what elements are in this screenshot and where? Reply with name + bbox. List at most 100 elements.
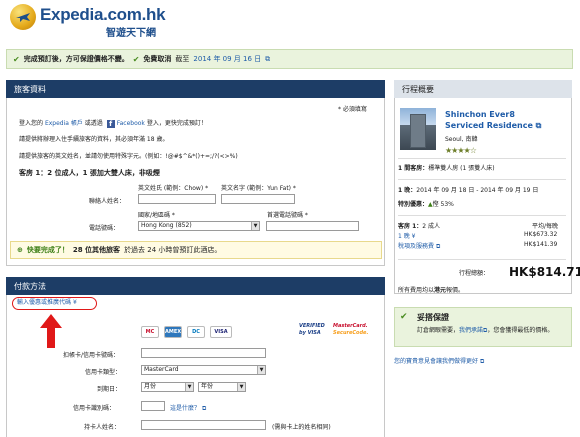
- card-type-label: 信用卡類型：: [85, 369, 122, 376]
- discount-line: 特別優惠：▲慳 53%: [398, 199, 454, 208]
- expiry-label: 到期日：: [97, 386, 122, 393]
- payment-heading: 付款方法: [14, 281, 46, 291]
- price-guarantee-box: ✔ 妥搭保證 訂倉網眼需要，我們承諾⧉，您會獲得最低的價格。: [394, 307, 572, 347]
- hotel-location: Seoul, 南韓: [445, 136, 478, 143]
- guarantee-title: 妥搭保證: [417, 313, 449, 322]
- feedback-link[interactable]: 您的寶貴意見會讓我們做得更好 ⧉: [394, 356, 484, 366]
- country-code-label: 國家/地區碼 *: [138, 212, 175, 219]
- verified-line1: VERIFIED: [299, 323, 325, 329]
- nights-label: 1 晚：: [398, 187, 417, 194]
- surname-label: 英文姓氏 (範例：Chow) *: [138, 185, 209, 192]
- givenname-input[interactable]: [221, 194, 295, 204]
- check-icon: ✔: [132, 54, 140, 64]
- external-link-icon: ⧉: [435, 243, 441, 250]
- room1-line: 客房 1：2 成人: [398, 221, 440, 230]
- taxes-fees-link[interactable]: 稅項及服務費 ⧉: [398, 241, 440, 251]
- year-value: 年份: [201, 383, 214, 390]
- room-guest-line: 客房 1：2 位成人，1 張加大雙人床，非吸煙: [19, 169, 160, 177]
- guarantee-text: 訂倉網眼需要，我們承諾⧉，您會獲得最低的價格。: [417, 325, 553, 335]
- currency-prefix: 所有費用均以: [398, 287, 435, 294]
- coupon-link-text: 輸入優惠或推廣代碼: [17, 299, 72, 306]
- alert-rest: 於過去 24 小時曾預訂此酒店。: [124, 246, 222, 254]
- price-guarantee-bar: ✔ 完成預訂後，方可保證價格不變。 ✔ 免費取消 截至 2014 年 09 月 …: [6, 49, 573, 69]
- accepted-cards: MC AMEX DC VISA: [141, 326, 232, 338]
- chevron-down-icon: ▼: [185, 383, 193, 391]
- currency-bold: 港元: [434, 287, 447, 294]
- cvv-input[interactable]: [141, 401, 165, 411]
- external-link-icon[interactable]: ⧉: [265, 55, 270, 64]
- until-text: 截至: [175, 55, 190, 63]
- help-icon: ⧉: [201, 405, 207, 412]
- feedback-text: 您的寶貴意見會讓我們做得更好: [394, 358, 479, 365]
- card-type-select[interactable]: MasterCard ▼: [141, 365, 266, 375]
- hotel-name-line1[interactable]: Shinchon Ever8: [445, 110, 515, 119]
- check-icon: ✔: [400, 312, 408, 322]
- booking-activity-alert: ⊕ 快要完成了！ 28 位其他旅客 於過去 24 小時曾預訂此酒店。: [10, 241, 382, 259]
- nights-line: 1 晚：2014 年 09 月 18 日 - 2014 年 09 月 19 日: [398, 185, 538, 194]
- mc-line2: SecureCode.: [333, 330, 369, 336]
- signin-facebook-link[interactable]: Facebook: [117, 120, 145, 127]
- star-rating: ★★★★☆: [445, 146, 477, 155]
- hotel-name-line2[interactable]: Serviced Residence ⧉: [445, 121, 541, 131]
- room-line: 1 間客房：標準雙人房 (1 張雙人床): [398, 163, 495, 172]
- avg-per-night-label: 平均/每晚: [532, 223, 559, 230]
- card-number-input[interactable]: [141, 348, 266, 358]
- expiry-month-select[interactable]: 月份 ▼: [141, 382, 194, 392]
- chevron-down-icon: ¥: [411, 233, 416, 240]
- price-lock-text: 完成預訂後，方可保證價格不變。: [23, 55, 129, 63]
- cvv-help-link[interactable]: 這是什麼？ ⧉: [170, 403, 206, 413]
- verified-line2: by VISA: [299, 330, 321, 336]
- nights-value: 2014 年 09 月 18 日 - 2014 年 09 月 19 日: [416, 187, 539, 194]
- visa-icon: VISA: [210, 326, 232, 338]
- room1-value: 2 成人: [422, 223, 440, 230]
- payment-section-header: 付款方法: [6, 277, 385, 295]
- cvv-label: 信用卡識別碼：: [73, 405, 116, 412]
- clock-icon: ⊕: [17, 246, 23, 254]
- diners-club-icon: DC: [187, 326, 205, 338]
- room-value: 標準雙人房 (1 張雙人床): [428, 165, 495, 172]
- signin-expedia-link[interactable]: Expedia 帳戶: [45, 120, 83, 127]
- currency-note: 所有費用均以港元報價。: [398, 285, 464, 294]
- required-note: * 必須填寫: [338, 106, 367, 113]
- phone-label: 電話號碼：: [89, 225, 120, 232]
- chevron-down-icon: ▼: [257, 366, 265, 374]
- expiry-year-select[interactable]: 年份 ▼: [198, 382, 246, 392]
- month-value: 月份: [144, 383, 157, 390]
- one-night-text: 1 晚: [398, 233, 410, 240]
- summary-section-header: 行程概要: [394, 80, 572, 98]
- country-code-value: Hong Kong (852): [141, 222, 192, 229]
- signin-line: 登入您的 Expedia 帳戶 或透過 f Facebook 登入，更快完成預訂！: [19, 118, 207, 128]
- country-code-select[interactable]: Hong Kong (852) ▼: [138, 221, 260, 231]
- total-label: 行程總額：: [459, 270, 490, 277]
- surname-input[interactable]: [138, 194, 216, 204]
- alert-label: 快要完成了！: [26, 246, 69, 254]
- cardholder-input[interactable]: [141, 420, 266, 430]
- guarantee-text2: ，您會獲得最低的價格。: [487, 327, 554, 334]
- card-type-value: MasterCard: [144, 366, 179, 373]
- chevron-down-icon: ¥: [72, 299, 77, 306]
- room-label: 1 間客房：: [398, 165, 429, 172]
- chevron-down-icon: ▼: [237, 383, 245, 391]
- coupon-code-link[interactable]: 輸入優惠或推廣代碼 ¥: [12, 297, 97, 310]
- facebook-icon[interactable]: f: [106, 120, 115, 128]
- tax-label: 稅項及服務費: [398, 243, 435, 250]
- cardholder-label: 持卡人姓名：: [84, 424, 121, 431]
- expedia-logo[interactable]: Expedia.com.hk 智遊天下網: [10, 4, 166, 40]
- signin-prefix: 登入您的: [19, 120, 44, 127]
- discount-label: 特別優惠：: [398, 201, 429, 208]
- discount-value: 慳 53%: [432, 201, 454, 208]
- chevron-down-icon: ▼: [251, 222, 259, 230]
- signin-suffix: 登入，更快完成預訂！: [146, 120, 207, 127]
- name-format-note: 請提供旅客的英文姓名，並請勿使用特殊字元。(例如：!@#$^&*()+=;/?(…: [19, 153, 238, 160]
- hotel-photo[interactable]: [400, 108, 436, 150]
- traveler-heading: 旅客資料: [14, 84, 46, 94]
- cancel-deadline: 2014 年 09 月 16 日: [193, 55, 262, 63]
- phone-input[interactable]: [266, 221, 359, 231]
- amex-icon: AMEX: [164, 326, 182, 338]
- currency-suffix: 報價。: [446, 287, 465, 294]
- guarantee-text1: 訂倉網眼需要，: [417, 327, 460, 334]
- logo-tagline: 智遊天下網: [106, 28, 156, 39]
- guarantee-link[interactable]: 我們承諾: [459, 327, 483, 334]
- phone-number-label-top: 首選電話號碼 *: [267, 212, 308, 219]
- one-night-link[interactable]: 1 晚 ¥: [398, 231, 415, 240]
